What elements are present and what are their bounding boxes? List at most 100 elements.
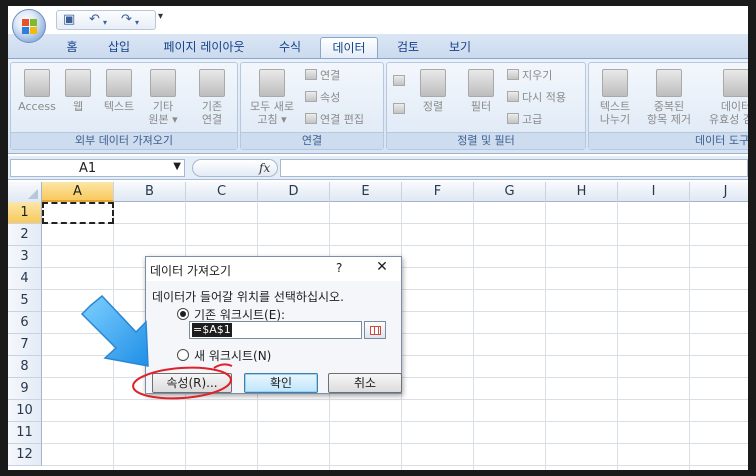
row-header-4[interactable]: 4 [8,268,42,290]
row-header-9[interactable]: 9 [8,378,42,400]
properties-icon [305,91,317,102]
column-header-h[interactable]: H [546,182,618,202]
column-headers: ABCDEFGHIJ [8,182,748,202]
filter-button[interactable]: 필터 [461,69,501,113]
data-validation-icon [723,69,748,97]
properties-button[interactable]: 속성(R)... [152,373,232,393]
save-icon[interactable]: ▣ [63,13,75,27]
undo-dropdown-icon[interactable]: ▾ [103,16,107,30]
column-header-a[interactable]: A [42,182,114,202]
other-sources-button[interactable]: 기타 원본 ▾ [143,69,183,126]
tab-view[interactable]: 보기 [436,37,484,58]
grid-row-line [42,399,748,400]
text-import-button[interactable]: 텍스트 [97,69,141,113]
column-header-e[interactable]: E [330,182,402,202]
ok-button[interactable]: 확인 [244,373,318,393]
sort-desc-icon [393,103,405,114]
group-label-sort-filter: 정렬 및 필터 [387,132,585,149]
name-box-value: A1 [79,161,97,176]
remove-duplicates-button[interactable]: 중복된 항목 제거 [639,69,699,126]
formula-input[interactable] [280,159,748,177]
tab-review[interactable]: 검토 [384,37,432,58]
tab-page-layout[interactable]: 페이지 레이아웃 [148,37,260,58]
redo-dropdown-icon[interactable]: ▾ [135,16,139,30]
row-header-2[interactable]: 2 [8,224,42,246]
ribbon-tabs: 홈 삽입 페이지 레이아웃 수식 데이터 검토 보기 [8,34,748,58]
ribbon: Access 웹 텍스트 기타 원본 ▾ 기존 연결 외부 데이터 가져오기 모… [8,58,748,154]
column-header-i[interactable]: I [618,182,690,202]
sort-desc-button[interactable] [393,103,408,117]
text-to-columns-button[interactable]: 텍스트 나누기 [593,69,637,126]
sort-button[interactable]: 정렬 [413,69,453,113]
clear-button[interactable]: 지우기 [507,69,552,83]
reference-value: =$A$1 [192,323,232,337]
tab-data[interactable]: 데이터 [320,37,378,58]
range-select-icon [370,326,381,335]
insert-function-icon[interactable]: fx [259,161,270,175]
row-header-8[interactable]: 8 [8,356,42,378]
quick-access-toolbar: ▣ ↶ ▾ ↷ ▾ [56,10,156,30]
text-file-icon [106,69,132,97]
connections-icon [305,69,317,80]
row-header-12[interactable]: 12 [8,444,42,466]
existing-connections-button[interactable]: 기존 연결 [191,69,233,126]
select-all-button[interactable] [8,182,42,202]
chevron-down-icon[interactable]: ▼ [173,161,181,172]
customize-qat-icon[interactable]: ▾ [158,11,163,22]
formula-controls: fx [192,159,278,177]
row-header-11[interactable]: 11 [8,422,42,444]
column-header-f[interactable]: F [402,182,474,202]
row-header-10[interactable]: 10 [8,400,42,422]
row-header-1[interactable]: 1 [8,202,42,224]
office-button[interactable] [12,9,46,43]
close-icon[interactable]: ✕ [372,259,392,275]
undo-icon[interactable]: ↶ [89,13,100,27]
name-box[interactable]: A1 ▼ [10,159,185,177]
excel-window: ▣ ↶ ▾ ↷ ▾ ▾ 홈 삽입 페이지 레이아웃 수식 데이터 검토 보기 A… [8,6,748,470]
selected-cell-a1[interactable] [42,202,114,224]
group-label-external-data: 외부 데이터 가져오기 [11,132,237,149]
connections-button[interactable]: 연결 [305,69,340,83]
row-header-6[interactable]: 6 [8,312,42,334]
reference-input[interactable]: =$A$1 [189,321,362,339]
title-bar: ▣ ↶ ▾ ↷ ▾ ▾ [8,6,748,34]
sort-asc-button[interactable] [393,75,408,89]
edit-links-button[interactable]: 연결 편집 [305,113,364,127]
column-header-g[interactable]: G [474,182,546,202]
grid-row-line [42,443,748,444]
row-header-5[interactable]: 5 [8,290,42,312]
grid-row-line [42,421,748,422]
tab-insert[interactable]: 삽입 [98,37,140,58]
column-header-c[interactable]: C [186,182,258,202]
database-icon [150,69,176,97]
refresh-all-button[interactable]: 모두 새로 고침 ▾ [245,69,299,126]
advanced-button[interactable]: 고급 [507,113,542,127]
grid-row-line [42,465,748,466]
column-header-b[interactable]: B [114,182,186,202]
web-button[interactable]: 웹 [61,69,95,113]
data-validation-button[interactable]: 데이터 유효성 검사 [701,69,748,126]
tab-formulas[interactable]: 수식 [266,37,314,58]
help-icon[interactable]: ? [336,261,342,275]
group-external-data: Access 웹 텍스트 기타 원본 ▾ 기존 연결 외부 데이터 가져오기 [10,62,238,150]
radio-new-worksheet-label[interactable]: 새 워크시트(N) [194,347,271,364]
access-button[interactable]: Access [15,69,59,113]
column-header-d[interactable]: D [258,182,330,202]
column-header-j[interactable]: J [690,182,748,202]
group-label-connections: 연결 [241,132,383,149]
radio-new-worksheet[interactable] [177,349,189,361]
tab-home[interactable]: 홈 [50,37,94,58]
connection-file-icon [199,69,225,97]
collapse-dialog-button[interactable] [364,321,386,339]
cancel-button[interactable]: 취소 [328,373,402,393]
reapply-button[interactable]: 다시 적용 [507,91,566,105]
radio-existing-worksheet[interactable] [177,308,189,320]
grid-row-line [42,245,748,246]
row-header-7[interactable]: 7 [8,334,42,356]
redo-icon[interactable]: ↷ [121,13,132,27]
properties-ribbon-button[interactable]: 속성 [305,91,340,105]
text-to-columns-icon [602,69,628,97]
grid-column-line [545,202,546,470]
sort-icon [420,69,446,97]
row-header-3[interactable]: 3 [8,246,42,268]
